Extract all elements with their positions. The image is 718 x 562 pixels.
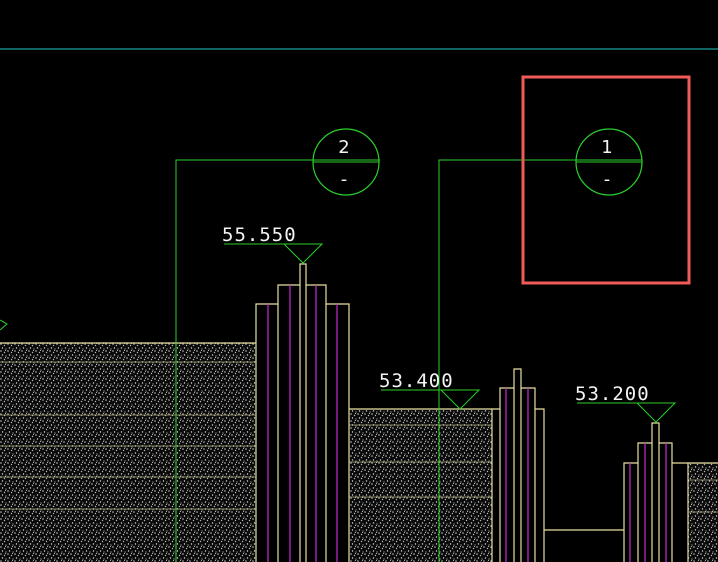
section-number-2: 2 (338, 137, 349, 158)
section-bubble-1[interactable]: 1 - (575, 128, 643, 196)
elevation-label-1: 55.550 (222, 224, 297, 246)
section-number-1: 1 (601, 137, 612, 158)
soil-block-middle (349, 408, 492, 562)
soil-block-right (688, 462, 718, 562)
elevation-marker-3[interactable]: 53.200 (575, 383, 677, 423)
section-bubble-2[interactable]: 2 - (312, 128, 380, 196)
pillar-1 (255, 263, 350, 562)
section-sheet-2: - (341, 169, 348, 190)
drawing-svg: 55.550 53.400 53.200 2 - 1 - (0, 48, 718, 562)
elevation-marker-2[interactable]: 53.400 (379, 370, 481, 410)
edge-marker (0, 319, 8, 331)
elevation-label-2: 53.400 (379, 370, 454, 392)
soil-block-left (0, 342, 256, 562)
elevation-marker-1[interactable]: 55.550 (222, 224, 324, 264)
cad-drawing-canvas[interactable]: 55.550 53.400 53.200 2 - 1 - (0, 0, 718, 562)
section-sheet-1: - (604, 169, 611, 190)
pillar-2 (491, 368, 545, 562)
elevation-label-3: 53.200 (575, 383, 650, 405)
pillar-3 (623, 422, 689, 562)
